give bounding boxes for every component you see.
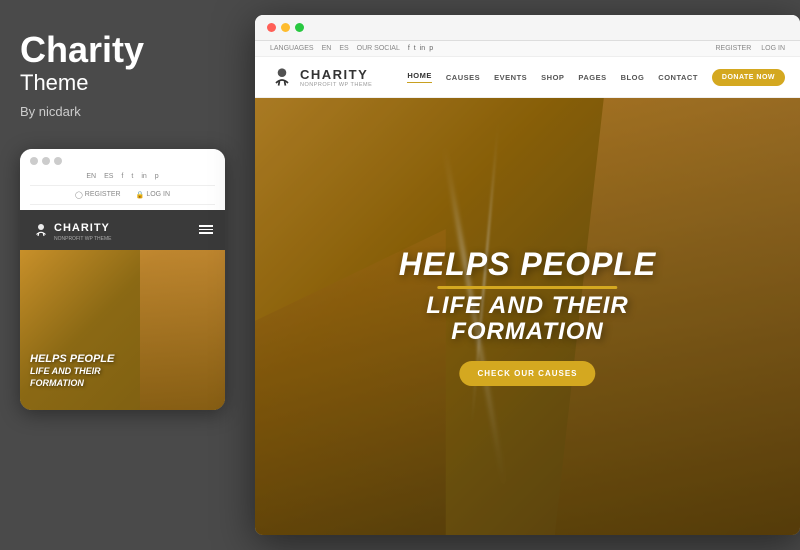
mobile-dot-red (30, 157, 38, 165)
nav-causes[interactable]: CAUSES (446, 73, 480, 82)
mobile-logo-icon (32, 221, 50, 239)
social-icons: f t in p (408, 45, 433, 52)
our-social-label: OUR SOCIAL (357, 45, 400, 52)
mobile-logo-text: CHARITY (54, 222, 110, 234)
site-top-bar: LANGUAGES EN ES OUR SOCIAL f t in p REGI… (255, 41, 800, 57)
mobile-hero-person (140, 250, 225, 410)
hamburger-icon[interactable] (199, 225, 213, 234)
mobile-dot-yellow (42, 157, 50, 165)
mobile-register: ◯ REGISTER (75, 191, 121, 199)
chrome-dot-yellow (281, 23, 290, 32)
mobile-hero-line2: LIFE AND THEIR (30, 366, 114, 378)
chrome-dot-red (267, 23, 276, 32)
mobile-dots (30, 157, 215, 165)
mobile-social-in: in (141, 173, 146, 180)
mobile-nav-bar: CHARITY NONPROFIT WP THEME (20, 210, 225, 250)
mobile-lang-es: ES (104, 173, 113, 180)
hero-line1: HELPS PEOPLE (399, 247, 656, 282)
mobile-hero-text: HELPS PEOPLE LIFE AND THEIR FORMATION (30, 353, 114, 390)
nav-home[interactable]: HOME (407, 71, 432, 83)
nav-shop[interactable]: SHOP (541, 73, 564, 82)
mobile-lang-en: EN (86, 173, 96, 180)
hero-underline (437, 286, 617, 289)
site-nav-links: HOME CAUSES EVENTS SHOP PAGES BLOG CONTA… (407, 69, 785, 86)
mobile-dot-green (54, 157, 62, 165)
mobile-logo-tagline: NONPROFIT WP THEME (54, 236, 112, 242)
mobile-social-bar: EN ES f t in p (30, 173, 215, 186)
nav-pages[interactable]: PAGES (578, 73, 606, 82)
theme-subtitle: Theme (20, 70, 225, 96)
desktop-mockup: LANGUAGES EN ES OUR SOCIAL f t in p REGI… (255, 15, 800, 535)
twitter-icon[interactable]: t (414, 45, 416, 52)
user-icon: ◯ (75, 191, 83, 199)
mobile-mockup: EN ES f t in p ◯ REGISTER 🔒 LOG IN (20, 149, 225, 410)
site-top-bar-right: REGISTER LOG IN (715, 45, 785, 52)
site-logo: CHARITY NONPROFIT WP THEME (270, 65, 372, 89)
linkedin-icon[interactable]: in (420, 45, 425, 52)
register-link[interactable]: REGISTER (715, 45, 751, 52)
mobile-hero: HELPS PEOPLE LIFE AND THEIR FORMATION (20, 250, 225, 410)
theme-author: By nicdark (20, 104, 225, 119)
site-top-bar-left: LANGUAGES EN ES OUR SOCIAL f t in p (270, 45, 433, 52)
left-panel: Charity Theme By nicdark EN ES f t in p … (0, 0, 245, 550)
login-link[interactable]: LOG IN (761, 45, 785, 52)
site-logo-text-wrap: CHARITY NONPROFIT WP THEME (300, 67, 372, 88)
mobile-social-f: f (121, 173, 123, 180)
mobile-social-p: p (155, 173, 159, 180)
mobile-hero-line1: HELPS PEOPLE (30, 353, 114, 366)
mobile-top-bar: EN ES f t in p ◯ REGISTER 🔒 LOG IN (20, 149, 225, 210)
hero-line2: LIFE AND THEIR (399, 293, 656, 319)
theme-title: Charity (20, 30, 225, 70)
mobile-register-label: REGISTER (85, 191, 121, 198)
mobile-auth-bar: ◯ REGISTER 🔒 LOG IN (30, 191, 215, 205)
languages-label: LANGUAGES (270, 45, 314, 52)
nav-blog[interactable]: BLOG (621, 73, 645, 82)
site-logo-name: CHARITY (300, 67, 372, 82)
mobile-logo: CHARITY NONPROFIT WP THEME (32, 218, 112, 242)
mobile-social-t: t (131, 173, 133, 180)
desktop-chrome-bar (255, 15, 800, 41)
pinterest-icon[interactable]: p (429, 45, 433, 52)
nav-events[interactable]: EVENTS (494, 73, 527, 82)
chrome-dot-green (295, 23, 304, 32)
lock-icon: 🔒 (136, 191, 145, 199)
desktop-site: LANGUAGES EN ES OUR SOCIAL f t in p REGI… (255, 41, 800, 535)
site-logo-icon (270, 65, 294, 89)
nav-contact[interactable]: CONTACT (658, 73, 698, 82)
site-nav: CHARITY NONPROFIT WP THEME HOME CAUSES E… (255, 57, 800, 98)
site-logo-tagline: NONPROFIT WP THEME (300, 82, 372, 88)
lang-en[interactable]: EN (322, 45, 332, 52)
site-hero: HELPS PEOPLE LIFE AND THEIR FORMATION CH… (255, 98, 800, 535)
hero-cta-button[interactable]: CHECK OUR CAUSES (459, 361, 595, 386)
mobile-login-label: LOG IN (146, 191, 170, 198)
facebook-icon[interactable]: f (408, 45, 410, 52)
hero-line3: FORMATION (399, 319, 656, 345)
donate-button[interactable]: DONATE NOW (712, 69, 785, 86)
mobile-hero-line3: FORMATION (30, 378, 114, 390)
mobile-login: 🔒 LOG IN (136, 191, 170, 199)
hero-content: HELPS PEOPLE LIFE AND THEIR FORMATION CH… (399, 247, 656, 387)
lang-es[interactable]: ES (339, 45, 348, 52)
